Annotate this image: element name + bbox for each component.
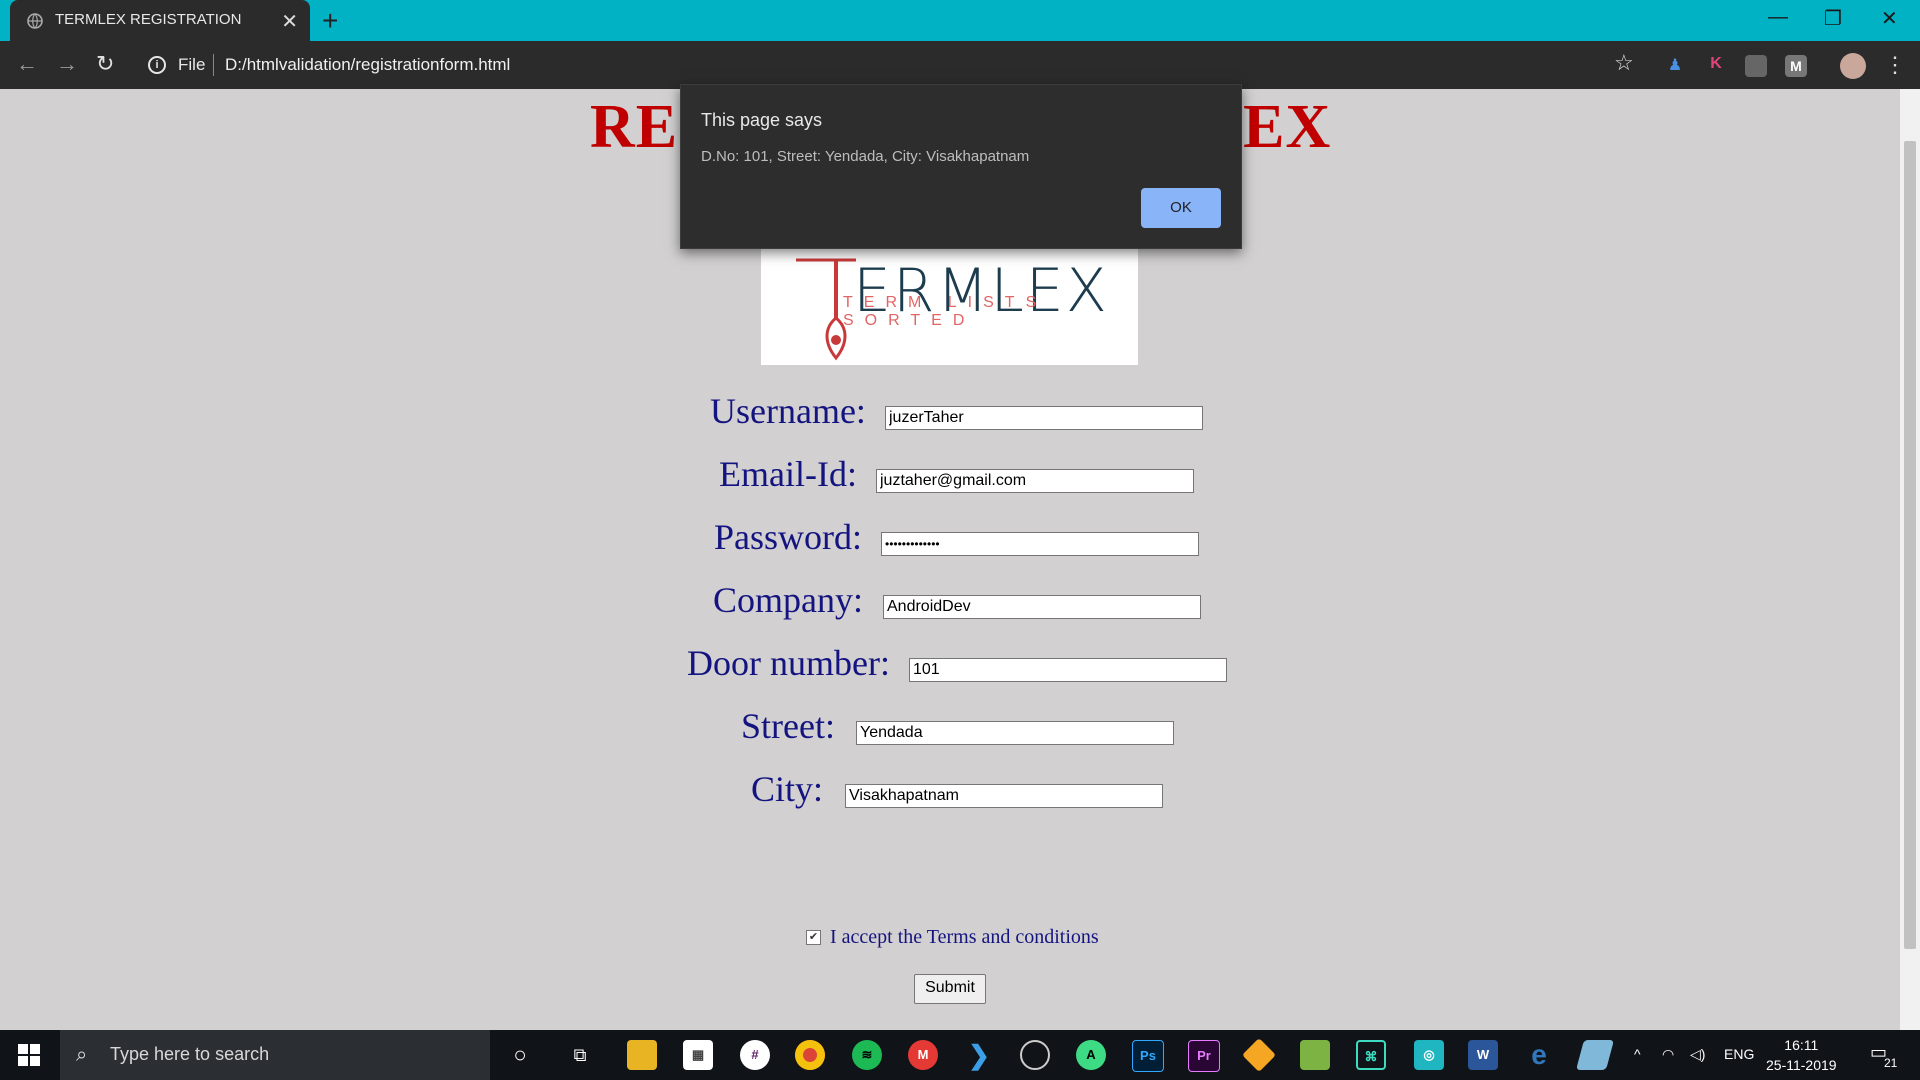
street-label: Street:	[741, 706, 835, 746]
clock-date: 25-11-2019	[1766, 1057, 1837, 1073]
password-input[interactable]	[881, 532, 1199, 556]
vscode-icon[interactable]: ❯	[964, 1040, 994, 1070]
logo-tagline: TERM LISTS SORTED	[843, 294, 1048, 329]
tab-title: TERMLEX REGISTRATION	[55, 11, 242, 28]
scroll-thumb[interactable]	[1904, 141, 1916, 949]
back-icon[interactable]: ←	[16, 51, 38, 77]
heading-right: EX	[1243, 93, 1332, 161]
forward-icon[interactable]: →	[56, 51, 78, 77]
heading-left: RE	[590, 93, 679, 161]
store-icon[interactable]: ▦	[683, 1040, 713, 1070]
slack-icon[interactable]: #	[740, 1040, 770, 1070]
company-label: Company:	[713, 580, 863, 620]
dialog-ok-button[interactable]: OK	[1141, 188, 1221, 228]
network-icon[interactable]: ◠	[1662, 1046, 1674, 1063]
browser-toolbar: ← → ↻ i File D:/htmlvalidation/registrat…	[0, 41, 1920, 89]
email-label: Email-Id:	[719, 454, 857, 494]
company-input[interactable]	[883, 595, 1201, 619]
minimize-button[interactable]: —	[1768, 6, 1788, 29]
app-icon-teal[interactable]: ⌘	[1356, 1040, 1386, 1070]
browser-tab[interactable]: TERMLEX REGISTRATION ✕	[10, 0, 310, 41]
dialog-title: This page says	[701, 110, 823, 130]
street-input[interactable]	[856, 721, 1174, 745]
language-indicator[interactable]: ENG	[1724, 1046, 1754, 1062]
bookmark-star-icon[interactable]: ☆	[1614, 50, 1634, 76]
taskbar-clock[interactable]: 16:11 25-11-2019	[1766, 1035, 1837, 1075]
globe-icon	[27, 13, 43, 29]
cortana-icon[interactable]: ○	[505, 1040, 535, 1070]
url-text[interactable]: D:/htmlvalidation/registrationform.html	[225, 55, 510, 75]
terms-label: I accept the Terms and conditions	[830, 926, 1099, 948]
windows-start-icon[interactable]	[18, 1044, 40, 1066]
search-icon: ⌕	[76, 1044, 88, 1066]
password-label: Password:	[714, 517, 863, 557]
vertical-scrollbar[interactable]	[1900, 89, 1920, 1030]
close-window-button[interactable]: ✕	[1881, 6, 1898, 31]
clock-time: 16:11	[1784, 1037, 1819, 1053]
browser-titlebar: TERMLEX REGISTRATION ✕ + — ❐ ✕	[0, 0, 1920, 41]
git-icon[interactable]	[1242, 1038, 1276, 1072]
city-input[interactable]	[845, 784, 1163, 808]
spotify-icon[interactable]: ≋	[852, 1040, 882, 1070]
address-bar[interactable]: i File D:/htmlvalidation/registrationfor…	[140, 47, 1650, 83]
chrome-icon[interactable]	[795, 1040, 825, 1070]
taskbar-search-box[interactable]: ⌕ Type here to search	[60, 1030, 490, 1080]
door-number-label: Door number:	[687, 643, 890, 683]
alert-dialog: This page says D.No: 101, Street: Yendad…	[680, 84, 1242, 249]
menu-kebab-icon[interactable]: ⋮	[1884, 52, 1906, 78]
file-scheme-label: File	[178, 55, 206, 74]
premiere-icon[interactable]: Pr	[1188, 1040, 1220, 1072]
photoshop-icon[interactable]: Ps	[1132, 1040, 1164, 1072]
username-input[interactable]	[885, 406, 1203, 430]
app-icon-notify[interactable]: ◎	[1414, 1040, 1444, 1070]
gmail-m-icon[interactable]: M	[908, 1040, 938, 1070]
submit-button[interactable]: Submit	[914, 974, 986, 1004]
layers-app-icon[interactable]	[1300, 1040, 1330, 1070]
restore-button[interactable]: ❐	[1824, 6, 1842, 31]
extension-icon[interactable]: ♟	[1664, 55, 1686, 77]
tray-chevron-icon[interactable]: ^	[1634, 1046, 1641, 1062]
tab-close-icon[interactable]: ✕	[281, 9, 298, 34]
file-explorer-icon[interactable]	[627, 1040, 657, 1070]
windows-taskbar: ⌕ Type here to search ○ ⧉ ▦ # ≋ M ❯ A Ps…	[0, 1030, 1920, 1080]
extension-grey-icon[interactable]	[1745, 55, 1767, 77]
reload-icon[interactable]: ↻	[96, 51, 114, 77]
city-label: City:	[751, 769, 824, 809]
address-divider	[213, 54, 214, 76]
email-input[interactable]	[876, 469, 1194, 493]
terms-checkbox[interactable]: ✔	[806, 930, 821, 945]
door-number-input[interactable]	[909, 658, 1227, 682]
volume-icon[interactable]: ◁)	[1690, 1046, 1705, 1063]
new-tab-button[interactable]: +	[322, 5, 338, 37]
extension-k-icon[interactable]: K	[1705, 55, 1727, 77]
obs-icon[interactable]	[1020, 1040, 1050, 1070]
notepad-icon[interactable]	[1575, 1040, 1615, 1070]
edge-icon[interactable]: e	[1524, 1040, 1554, 1070]
android-studio-icon[interactable]: A	[1076, 1040, 1106, 1070]
termlex-logo: ERMLEX TERM LISTS SORTED	[761, 248, 1138, 365]
extension-m-icon[interactable]: M	[1785, 55, 1807, 77]
notification-count: 21	[1884, 1056, 1898, 1070]
username-label: Username:	[710, 391, 866, 431]
search-placeholder: Type here to search	[110, 1044, 270, 1064]
task-view-icon[interactable]: ⧉	[565, 1040, 595, 1070]
dialog-message: D.No: 101, Street: Yendada, City: Visakh…	[701, 148, 1030, 165]
info-icon[interactable]: i	[148, 56, 166, 74]
word-icon[interactable]: W	[1468, 1040, 1498, 1070]
profile-avatar[interactable]	[1840, 53, 1866, 79]
